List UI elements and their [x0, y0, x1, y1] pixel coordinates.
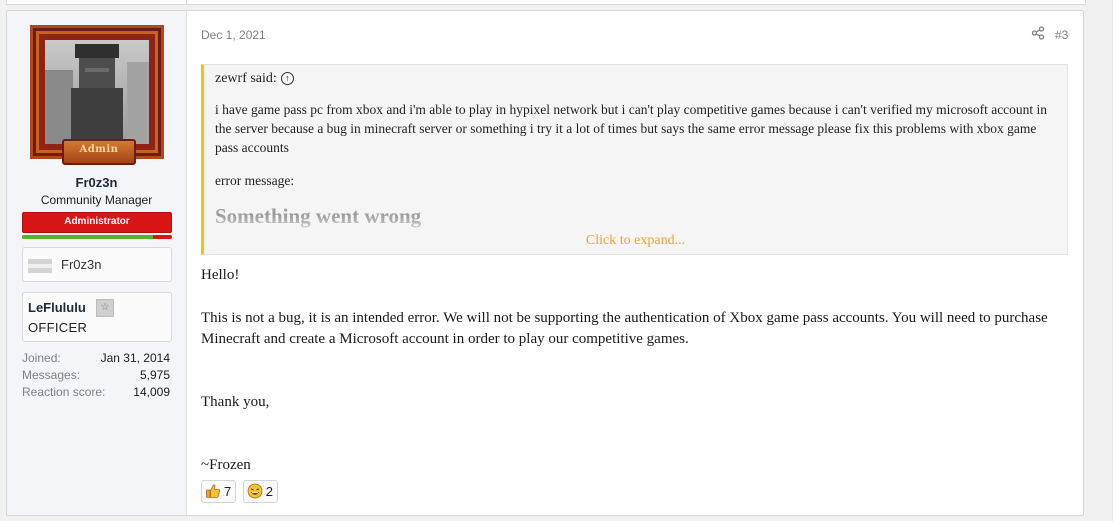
click-to-expand-link[interactable]: Click to expand... — [204, 233, 1067, 249]
reaction-like[interactable]: 7 — [201, 480, 237, 503]
user-stats: Joined: Jan 31, 2014 Messages: 5,975 Rea… — [22, 351, 170, 402]
quote-author[interactable]: zewrf said: — [215, 71, 277, 86]
stat-label: Messages: — [22, 368, 81, 382]
user-title: Community Manager — [40, 193, 153, 207]
stat-row-messages: Messages: 5,975 — [22, 368, 170, 385]
avatar-building — [127, 62, 149, 144]
message-column: Dec 1, 2021 #3 zewrf said: ↑ i have game … — [186, 11, 1083, 515]
star-icon: ☆ — [96, 299, 114, 317]
stat-value: Jan 31, 2014 — [100, 351, 170, 365]
avatar-figure-body — [71, 88, 123, 144]
stat-row-joined: Joined: Jan 31, 2014 — [22, 351, 170, 368]
reaction-haha[interactable]: 2 — [242, 480, 278, 503]
avatar-figure-eyes — [85, 68, 109, 72]
stat-value[interactable]: 5,975 — [140, 368, 170, 382]
previous-post-divider — [186, 0, 187, 4]
forum-post: Admin Fr0z3n Community Manager Administr… — [6, 10, 1084, 516]
post-signature: ~Frozen — [201, 457, 251, 473]
post-thanks: Thank you, — [201, 394, 270, 410]
share-icon[interactable] — [1031, 26, 1045, 40]
stat-label: Reaction score: — [22, 385, 106, 399]
user-sidebar: Admin Fr0z3n Community Manager Administr… — [7, 11, 187, 515]
quote-header[interactable]: zewrf said: ↑ — [215, 71, 294, 87]
avatar-admin-badge: Admin — [62, 139, 136, 165]
reaction-count: 2 — [265, 484, 273, 499]
minecraft-account-box[interactable]: Fr0z3n — [22, 247, 172, 282]
guild-rank: OFFICER — [28, 320, 88, 335]
quote-block: zewrf said: ↑ i have game pass pc from xb… — [201, 64, 1068, 255]
reputation-bar-fill — [22, 235, 153, 239]
arrow-up-circle-icon[interactable]: ↑ — [280, 72, 294, 85]
avatar-building — [45, 70, 73, 144]
username[interactable]: Fr0z3n — [7, 175, 186, 190]
stat-row-reaction-score: Reaction score: 14,009 — [22, 385, 170, 402]
post-greeting: Hello! — [201, 267, 240, 283]
laughing-face-icon — [247, 483, 263, 499]
reputation-bar — [22, 235, 172, 239]
administrator-banner: Administrator — [22, 212, 172, 233]
guild-name: LeFlululu — [28, 300, 86, 315]
avatar-image — [45, 40, 149, 144]
quote-error-label: error message: — [215, 173, 295, 188]
reaction-count: 7 — [224, 484, 232, 499]
post-number-link[interactable]: #3 — [1055, 28, 1068, 42]
stat-label: Joined: — [22, 351, 61, 365]
guild-box[interactable]: LeFlululu ☆ OFFICER — [22, 292, 172, 342]
minecraft-name: Fr0z3n — [61, 257, 102, 272]
stat-value: 14,009 — [133, 385, 170, 399]
reactions-bar: 7 2 — [201, 480, 280, 503]
quote-text: i have game pass pc from xbox and i'm ab… — [215, 102, 1048, 155]
post-date[interactable]: Dec 1, 2021 — [201, 28, 266, 42]
avatar[interactable]: Admin — [28, 25, 166, 170]
thumbs-up-icon — [206, 484, 221, 498]
scroll-gutter — [1089, 0, 1113, 521]
avatar-figure-hat — [75, 44, 119, 58]
post-paragraph: This is not a bug, it is an intended err… — [201, 310, 1048, 347]
previous-post-edge — [6, 0, 1086, 5]
minecraft-head-icon — [28, 259, 52, 273]
